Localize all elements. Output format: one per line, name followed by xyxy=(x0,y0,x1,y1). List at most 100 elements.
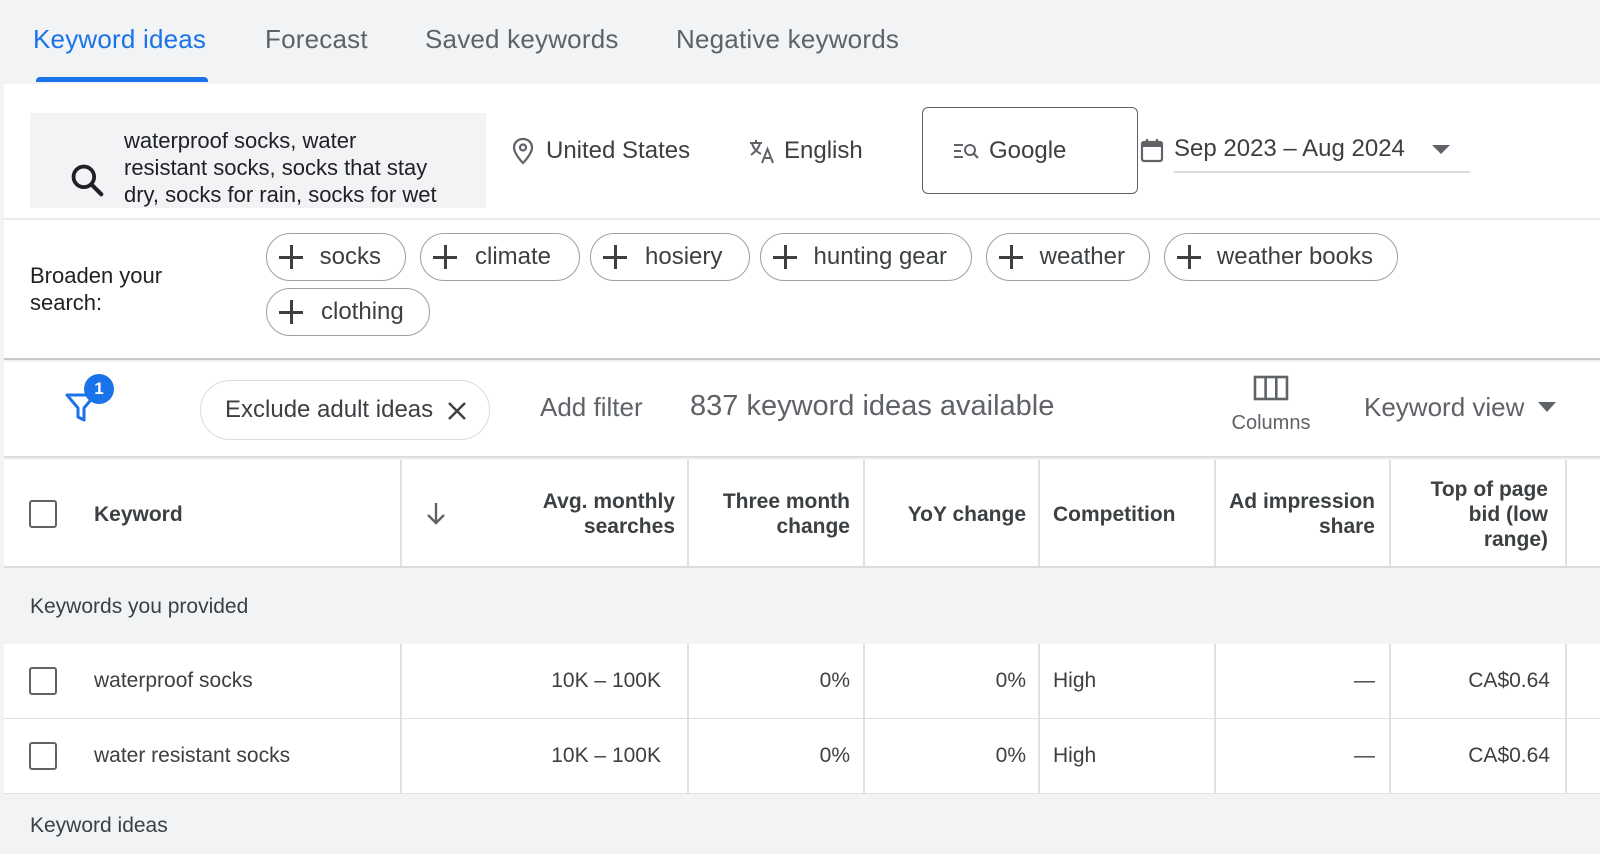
header-line: bid (low xyxy=(1468,502,1548,526)
header-line: Top of page xyxy=(1430,477,1548,501)
search-settings-row: waterproof socks, water resistant socks,… xyxy=(4,84,1600,220)
broaden-label: Broaden your search: xyxy=(30,262,230,316)
chevron-down-icon xyxy=(1432,145,1450,154)
row-checkbox[interactable] xyxy=(29,667,57,695)
keyword-view-label: Keyword view xyxy=(1364,391,1525,422)
exclude-chip-label: Exclude adult ideas xyxy=(225,396,434,423)
column-divider xyxy=(1214,719,1216,793)
header-competition-label: Competition xyxy=(1053,502,1176,526)
search-network-selector[interactable]: Google xyxy=(922,107,1138,194)
section-label: Keyword ideas xyxy=(30,814,168,837)
column-divider xyxy=(1038,719,1040,793)
header-line: share xyxy=(1318,515,1375,538)
columns-label: Columns xyxy=(1231,412,1311,434)
tab-forecast[interactable]: Forecast xyxy=(265,24,368,55)
arrow-down-icon[interactable] xyxy=(425,501,447,527)
plus-icon xyxy=(997,243,1024,271)
broaden-chip-hosiery[interactable]: hosiery xyxy=(590,233,750,281)
broaden-chip-weather[interactable]: weather xyxy=(986,233,1150,281)
broaden-label-line: Broaden your xyxy=(30,263,163,288)
keyword-ideas-count: 837 keyword ideas available xyxy=(690,390,1055,422)
tab-saved-keywords[interactable]: Saved keywords xyxy=(425,24,619,55)
search-query-line: dry, socks for rain, socks for wet xyxy=(124,182,437,207)
header-keyword[interactable]: Keyword xyxy=(94,460,384,568)
columns-icon xyxy=(1253,375,1289,401)
header-line: Three month xyxy=(722,490,850,513)
header-line: searches xyxy=(583,515,675,538)
broaden-chip-climate[interactable]: climate xyxy=(420,233,580,281)
cell-avg-monthly-searches: 10K – 100K xyxy=(551,744,661,767)
select-all-checkbox[interactable] xyxy=(29,500,57,528)
keyword-view-dropdown[interactable]: Keyword view xyxy=(1364,390,1557,424)
cell-three-month-change: 0% xyxy=(819,744,850,767)
column-divider xyxy=(1565,644,1567,718)
column-divider xyxy=(863,460,865,566)
column-divider xyxy=(400,644,402,718)
cell-yoy-change: 0% xyxy=(995,669,1026,692)
chip-label: hunting gear xyxy=(813,243,947,270)
cell-yoy-change: 0% xyxy=(995,744,1026,767)
cell-ad-impression-share: — xyxy=(1354,669,1375,692)
broaden-chip-weather-books[interactable]: weather books xyxy=(1164,233,1398,281)
cell-competition: High xyxy=(1053,669,1097,692)
column-divider xyxy=(687,719,689,793)
header-top-of-page-bid-low[interactable]: Top of page bid (low range) xyxy=(1400,460,1548,568)
date-range-field[interactable]: Sep 2023 – Aug 2024 xyxy=(1174,127,1470,173)
column-divider xyxy=(1565,719,1567,793)
chip-label: socks xyxy=(319,243,381,270)
column-divider xyxy=(1389,719,1391,793)
columns-button[interactable]: Columns xyxy=(1216,374,1326,435)
column-divider xyxy=(1565,460,1567,566)
plus-icon xyxy=(771,243,798,271)
tab-bar: Keyword ideas Forecast Saved keywords Ne… xyxy=(0,0,1600,84)
filter-count-badge: 1 xyxy=(84,374,114,404)
header-avg-monthly-searches[interactable]: Avg. monthly searches xyxy=(474,460,675,568)
cell-top-of-page-bid-low: CA$0.64 xyxy=(1468,744,1550,767)
exclude-adult-ideas-chip[interactable]: Exclude adult ideas xyxy=(200,380,490,440)
location-selector[interactable]: United States xyxy=(512,134,690,168)
search-query-text[interactable]: waterproof socks, water resistant socks,… xyxy=(124,127,474,208)
broaden-label-line: search: xyxy=(30,290,103,315)
column-divider xyxy=(1389,460,1391,566)
header-line: Ad impression xyxy=(1229,490,1375,513)
cell-top-of-page-bid-low: CA$0.64 xyxy=(1468,669,1550,692)
search-query-line: waterproof socks, water xyxy=(124,128,357,153)
broaden-chip-clothing[interactable]: clothing xyxy=(266,288,430,336)
chevron-down-icon xyxy=(1538,402,1557,412)
header-competition[interactable]: Competition xyxy=(1053,460,1213,568)
close-icon[interactable] xyxy=(445,399,469,423)
chip-label: hosiery xyxy=(645,243,723,270)
column-divider xyxy=(687,460,689,566)
translate-icon xyxy=(750,140,774,164)
date-range-label: Sep 2023 – Aug 2024 xyxy=(1174,135,1405,162)
header-three-month-change[interactable]: Three month change xyxy=(704,460,850,568)
active-tab-indicator xyxy=(36,77,208,82)
keyword-search-box[interactable]: waterproof socks, water resistant socks,… xyxy=(30,113,486,208)
chip-label: clothing xyxy=(321,298,404,325)
table-row[interactable]: water resistant socks 10K – 100K 0% 0% H… xyxy=(4,719,1600,794)
add-filter-button[interactable]: Add filter xyxy=(540,392,643,423)
table-header: Keyword Avg. monthly searches Three mont… xyxy=(4,460,1600,568)
table-row[interactable]: waterproof socks 10K – 100K 0% 0% High —… xyxy=(4,644,1600,719)
broaden-chip-hunting-gear[interactable]: hunting gear xyxy=(760,233,972,281)
column-divider xyxy=(863,719,865,793)
language-selector[interactable]: English xyxy=(748,134,863,168)
cell-competition: High xyxy=(1053,744,1097,767)
column-divider xyxy=(1038,460,1040,566)
plus-icon xyxy=(431,243,459,271)
header-line: change xyxy=(776,515,850,538)
row-checkbox[interactable] xyxy=(29,742,57,770)
date-range-selector[interactable]: Sep 2023 – Aug 2024 xyxy=(1140,127,1470,173)
header-yoy-change[interactable]: YoY change xyxy=(874,460,1026,568)
calendar-icon xyxy=(1140,139,1164,163)
broaden-search-row: Broaden your search: socks climate hosie… xyxy=(4,220,1600,360)
plus-icon xyxy=(277,243,304,271)
search-network-icon xyxy=(954,143,979,159)
broaden-chip-socks[interactable]: socks xyxy=(266,233,406,281)
tab-keyword-ideas[interactable]: Keyword ideas xyxy=(33,24,206,55)
cell-ad-impression-share: — xyxy=(1354,744,1375,767)
header-line: Avg. monthly xyxy=(542,490,675,513)
header-ad-impression-share[interactable]: Ad impression share xyxy=(1226,460,1375,568)
cell-avg-monthly-searches: 10K – 100K xyxy=(551,669,661,692)
tab-negative-keywords[interactable]: Negative keywords xyxy=(676,24,899,55)
